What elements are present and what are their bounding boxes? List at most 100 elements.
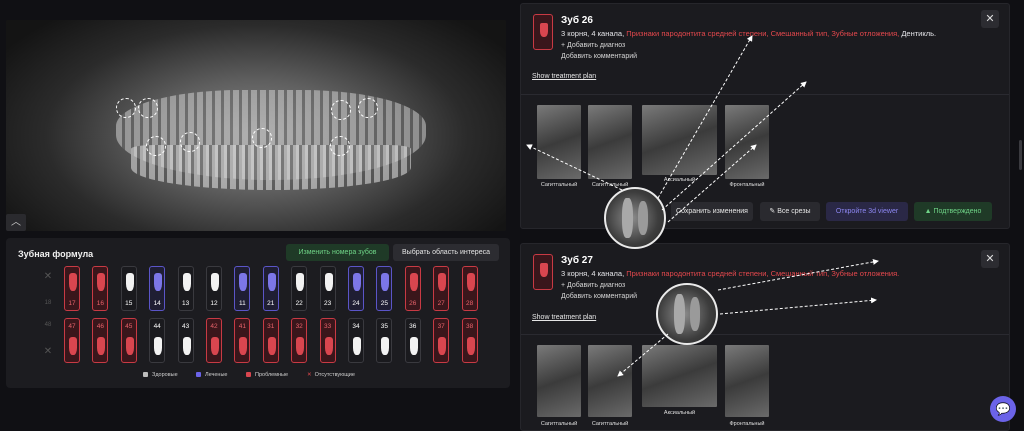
chat-icon[interactable]: 💬 (990, 396, 1016, 422)
tooth-32[interactable]: 32 (291, 318, 308, 363)
tooth-22[interactable]: 22 (291, 266, 308, 311)
tooth-number: 36 (409, 323, 417, 330)
tooth-34[interactable]: 34 (348, 318, 364, 363)
tooth-shape-icon (211, 337, 219, 355)
slice-sagittal[interactable] (588, 105, 632, 179)
tooth-shape-icon (466, 337, 475, 355)
tooth-shape-icon (267, 273, 276, 291)
tooth-shape-icon (97, 337, 106, 355)
tooth-14[interactable]: 14 (149, 266, 166, 311)
roi-marker[interactable] (330, 136, 350, 156)
tooth-15[interactable]: 15 (120, 266, 137, 311)
tooth-42[interactable]: 42 (206, 318, 222, 363)
missing-x-icon[interactable]: ✕ (42, 346, 54, 357)
missing-tooth-label: 48 (44, 322, 52, 328)
roi-marker[interactable] (116, 98, 136, 118)
chevron-up-icon[interactable]: ︿ (6, 214, 26, 231)
zoom-magnifier (656, 283, 718, 345)
tooth-44[interactable]: 44 (149, 318, 166, 363)
treatment-plan-link[interactable]: Show treatment plan (532, 73, 596, 80)
tooth-37[interactable]: 37 (433, 318, 450, 363)
tooth-card-26: Зуб 26 ✕ 3 корня, 4 канала, Признаки пар… (520, 3, 1010, 229)
tooth-25[interactable]: 25 (376, 266, 393, 311)
slice-label: Аксиальный (663, 410, 696, 416)
missing-tooth-label: 18 (44, 300, 52, 306)
tooth-23[interactable]: 23 (319, 266, 336, 311)
tooth-27[interactable]: 27 (433, 266, 450, 311)
tooth-12[interactable]: 12 (206, 266, 222, 311)
tooth-number: 26 (409, 300, 417, 307)
tooth-11[interactable]: 11 (234, 266, 251, 311)
save-changes-button[interactable]: Сохранить изменения (671, 202, 753, 221)
add-comment-link[interactable]: Добавить комментарий (561, 53, 637, 60)
legend-treated: Леченые (196, 372, 227, 378)
tooth-shape-icon (409, 337, 418, 355)
tooth-icon (533, 254, 553, 290)
scrollbar[interactable] (1019, 140, 1022, 170)
tooth-shape-icon (381, 273, 390, 291)
roi-marker[interactable] (138, 98, 158, 118)
tooth-33[interactable]: 33 (319, 318, 336, 363)
tooth-36[interactable]: 36 (404, 318, 421, 363)
slice-label: Фронтальный (729, 421, 765, 427)
select-area-button[interactable]: Выбрать область интереса (393, 244, 499, 261)
tooth-number: 23 (323, 300, 332, 307)
tooth-17[interactable]: 17 (64, 266, 80, 311)
lower-teeth-image (131, 145, 411, 190)
roi-marker[interactable] (358, 98, 378, 118)
slice-axial[interactable] (642, 105, 717, 175)
panoramic-xray[interactable] (6, 20, 506, 231)
slice-frontal[interactable] (725, 345, 769, 417)
diagnosis-list: 3 корня, 4 канала, Признаки пародонтита … (561, 29, 937, 38)
slice-sagittal[interactable] (588, 345, 632, 417)
legend-healthy: Здоровые (143, 372, 178, 378)
divider (521, 334, 1009, 335)
slice-axial[interactable] (642, 345, 717, 407)
open-3d-viewer-button[interactable]: Откройте 3d viewer (826, 202, 908, 221)
tooth-shape-icon (154, 337, 163, 355)
tooth-46[interactable]: 46 (92, 318, 109, 363)
roi-marker[interactable] (331, 100, 351, 120)
tooth-number: 47 (68, 323, 76, 330)
dental-formula-panel: Зубная формула Изменить номера зубов Выб… (6, 238, 510, 388)
tooth-21[interactable]: 21 (262, 266, 279, 311)
slice-sagittal[interactable] (537, 105, 581, 179)
tooth-43[interactable]: 43 (177, 318, 194, 363)
slice-sagittal[interactable] (537, 345, 581, 417)
tooth-41[interactable]: 41 (234, 318, 251, 363)
roi-marker[interactable] (146, 136, 166, 156)
tooth-13[interactable]: 13 (177, 266, 194, 311)
tooth-35[interactable]: 35 (376, 318, 393, 363)
tooth-45[interactable]: 45 (120, 318, 137, 363)
change-numbers-button[interactable]: Изменить номера зубов (286, 244, 389, 261)
add-comment-link[interactable]: Добавить комментарий (561, 293, 637, 300)
all-slices-button[interactable]: ✎ Все срезы (760, 202, 820, 221)
missing-x-icon[interactable]: ✕ (42, 271, 54, 282)
close-icon[interactable]: ✕ (981, 10, 999, 28)
tooth-number: 44 (153, 323, 161, 330)
tooth-28[interactable]: 28 (461, 266, 478, 311)
tooth-31[interactable]: 31 (262, 318, 279, 363)
tooth-icon (533, 14, 553, 50)
add-diagnosis-link[interactable]: + Добавить диагноз (561, 42, 625, 49)
tooth-number: 41 (238, 323, 246, 330)
tooth-shape-icon (211, 273, 219, 291)
slice-label: Сагиттальный (591, 421, 629, 427)
tooth-shape-icon (154, 273, 163, 291)
add-diagnosis-link[interactable]: + Добавить диагноз (561, 282, 625, 289)
tooth-shape-icon (182, 273, 191, 291)
roi-marker[interactable] (252, 128, 272, 148)
tooth-number: 28 (465, 300, 474, 307)
tooth-16[interactable]: 16 (92, 266, 109, 311)
close-icon[interactable]: ✕ (981, 250, 999, 268)
tooth-26[interactable]: 26 (404, 266, 421, 311)
slice-frontal[interactable] (725, 105, 769, 179)
tooth-shape-icon (324, 273, 333, 291)
confirmed-button[interactable]: ▲ Подтверждено (914, 202, 992, 221)
roi-marker[interactable] (180, 132, 200, 152)
tooth-number: 12 (210, 300, 218, 307)
tooth-38[interactable]: 38 (461, 318, 478, 363)
tooth-47[interactable]: 47 (64, 318, 80, 363)
treatment-plan-link[interactable]: Show treatment plan (532, 314, 596, 321)
tooth-24[interactable]: 24 (348, 266, 364, 311)
